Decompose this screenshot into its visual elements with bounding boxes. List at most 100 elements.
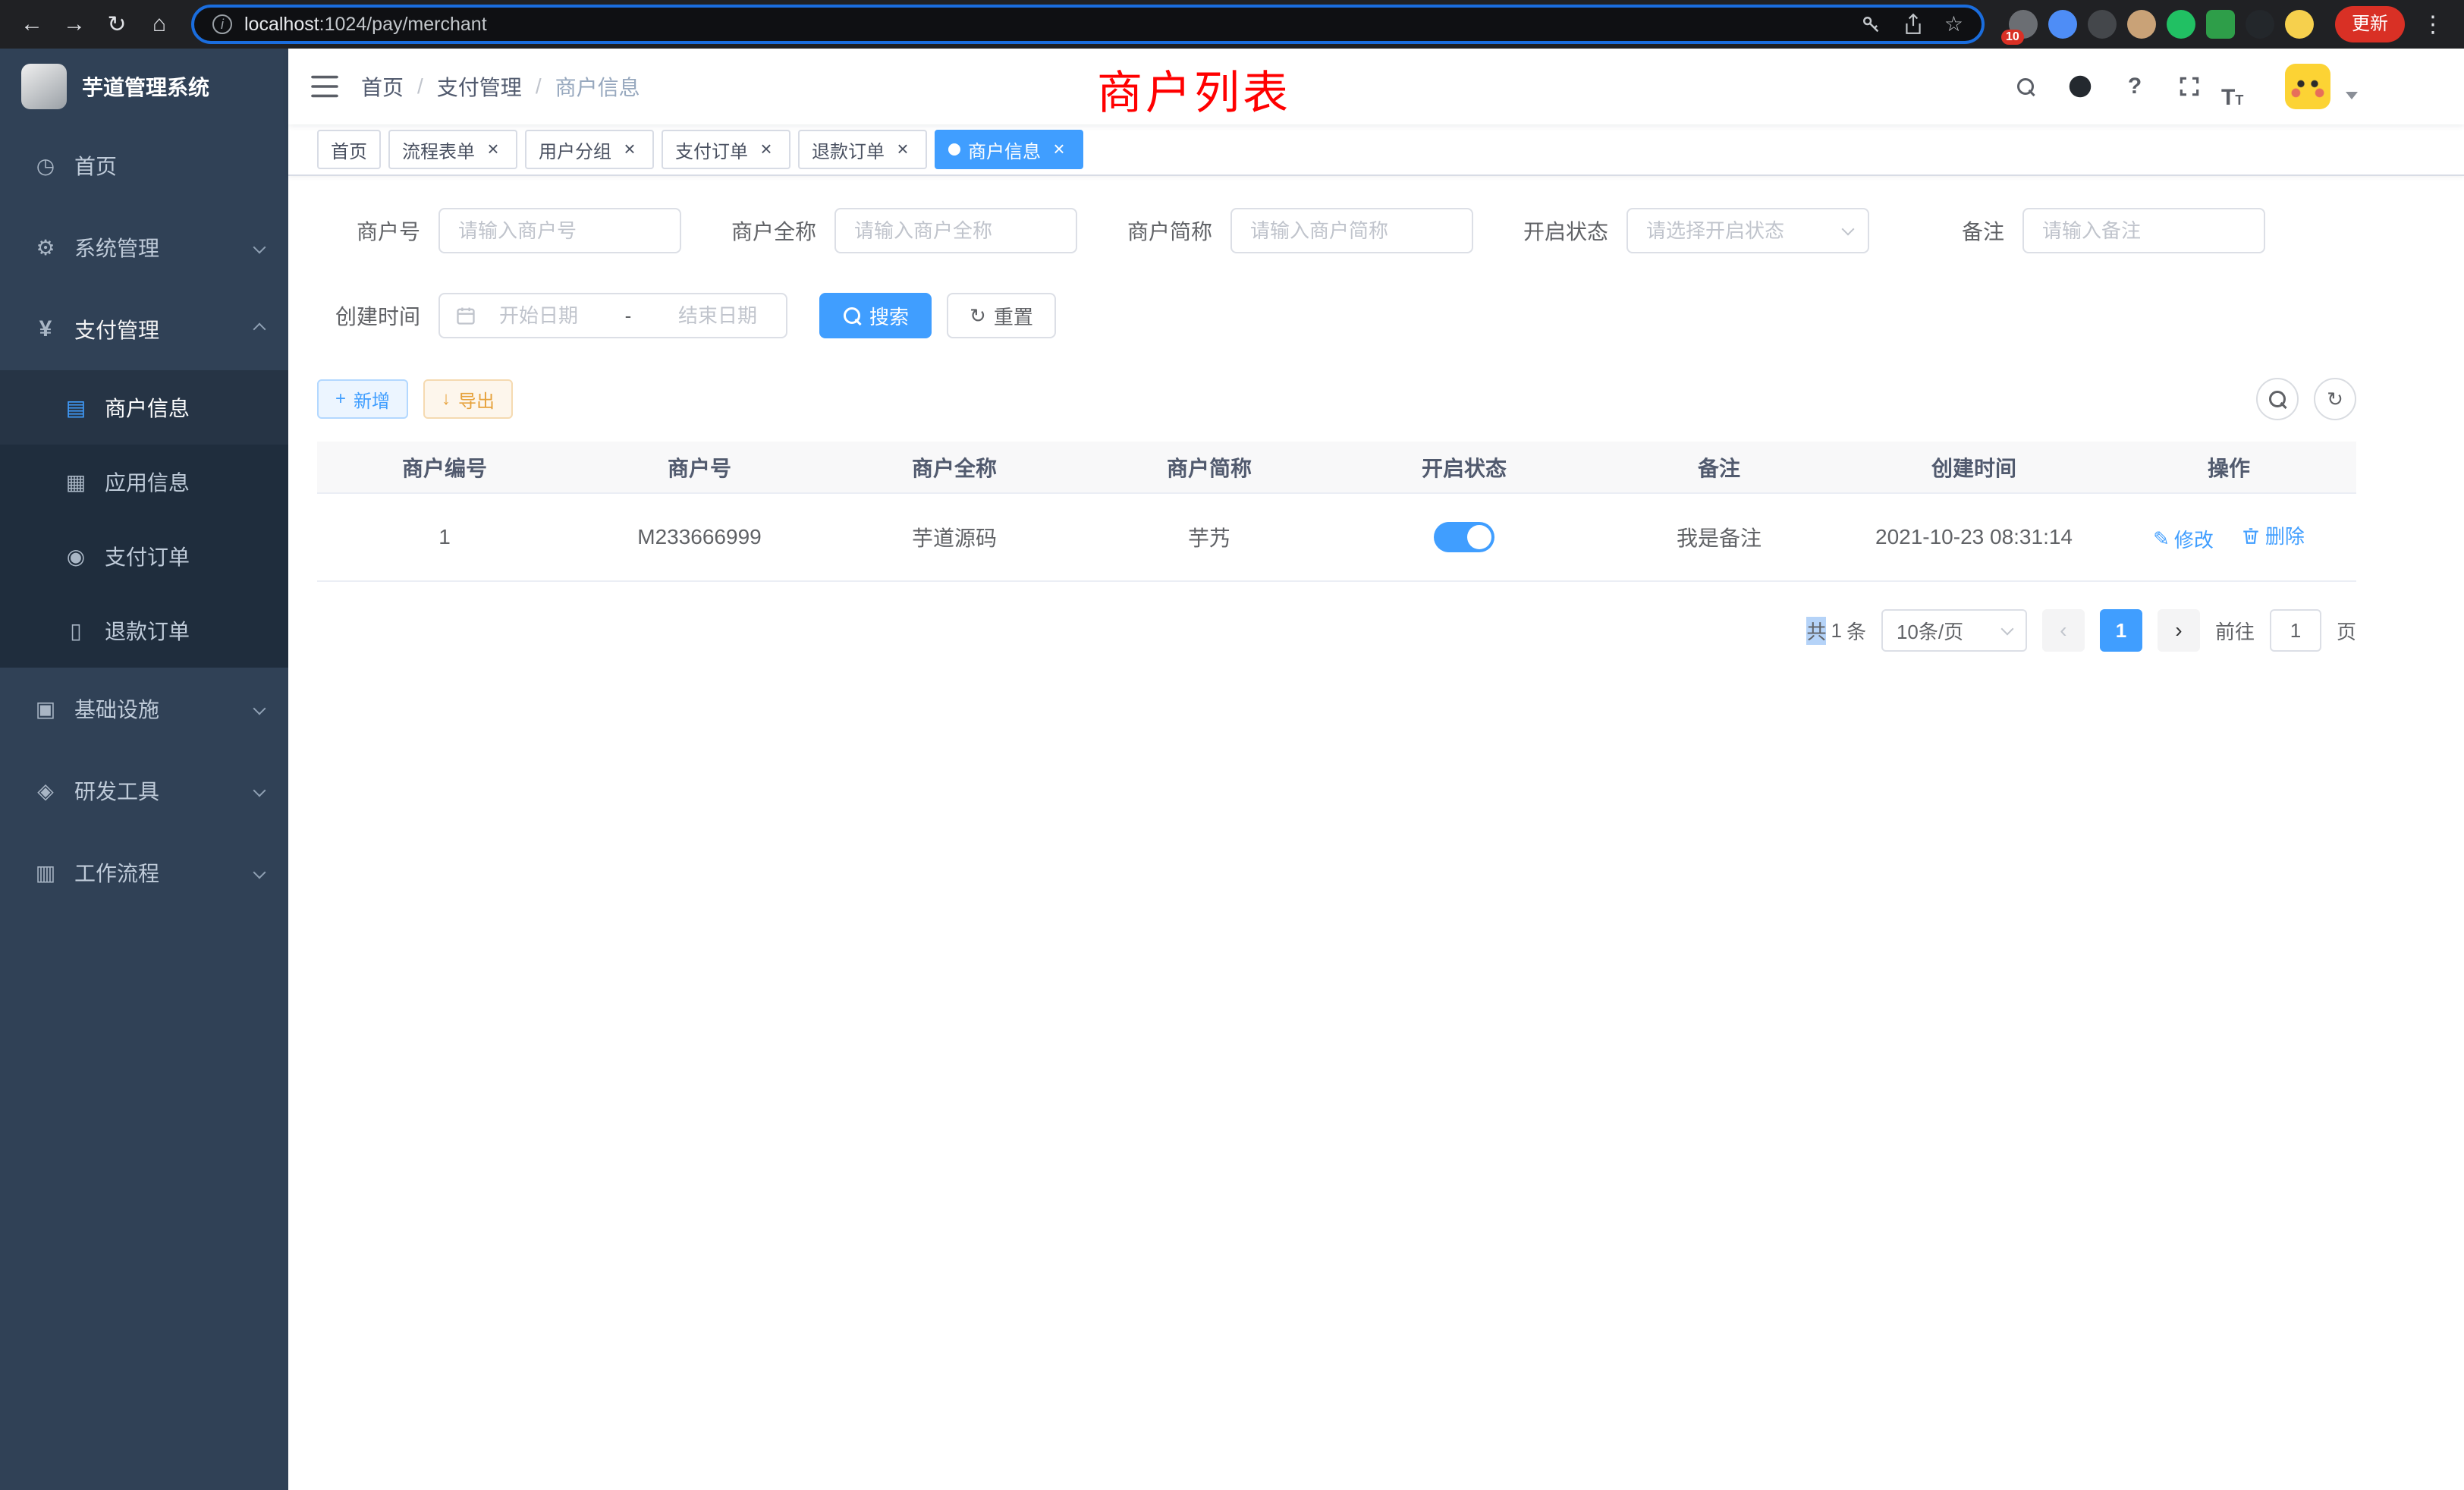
refresh-table-button[interactable]: ↻ [2314,378,2356,420]
close-icon[interactable]: × [756,139,777,160]
refresh-icon: ↻ [2327,388,2343,411]
tab-merchant-info[interactable]: 商户信息 × [935,130,1083,169]
short-name-input[interactable] [1230,208,1473,253]
yen-icon: ¥ [30,316,61,342]
sidebar-item-merchant-info[interactable]: ▤ 商户信息 [0,370,288,445]
edit-button[interactable]: ✎修改 [2153,525,2214,553]
chevron-down-icon [2000,623,2013,636]
download-icon: ↓ [442,388,451,410]
extension-icon-3[interactable] [2127,10,2156,39]
share-icon[interactable] [1903,13,1923,36]
pagination-total: 共 1 条 [1806,617,1866,645]
status-toggle[interactable] [1434,522,1494,552]
close-icon[interactable]: × [619,139,640,160]
end-date-input[interactable] [665,304,771,328]
sidebar-item-devtools[interactable]: ◈ 研发工具 [0,750,288,831]
remark-input[interactable] [2022,208,2265,253]
cell-create-time: 2021-10-23 08:31:14 [1846,493,2101,581]
full-name-input[interactable] [834,208,1077,253]
app-logo[interactable]: 芋道管理系统 [0,49,288,124]
browser-back-button[interactable]: ← [12,5,52,44]
page-size-select[interactable]: 10条/页 [1881,609,2027,652]
extension-icon-4[interactable] [2167,10,2195,39]
tab-pay-order[interactable]: 支付订单 × [662,130,790,169]
browser-reload-button[interactable]: ↻ [97,5,137,44]
start-date-input[interactable] [486,304,592,328]
chevron-down-icon [253,866,266,879]
bookmark-star-icon[interactable]: ☆ [1944,14,1963,35]
tab-user-group[interactable]: 用户分组 × [525,130,654,169]
browser-forward-button[interactable]: → [55,5,94,44]
user-avatar[interactable] [2285,64,2330,109]
status-select-input[interactable] [1626,208,1869,253]
menu-label: 系统管理 [74,232,159,262]
browser-menu-icon[interactable]: ⋮ [2414,11,2452,38]
sidebar-item-app-info[interactable]: ▦ 应用信息 [0,445,288,519]
breadcrumb-payment[interactable]: 支付管理 [437,71,522,102]
merchant-no-input[interactable] [438,208,681,253]
cell-merchant-no: M233666999 [572,493,827,581]
toggle-search-button[interactable] [2256,378,2299,420]
site-info-icon[interactable]: i [212,14,232,34]
goto-page-input[interactable] [2270,609,2321,652]
close-icon[interactable]: × [1048,139,1070,160]
merchant-table: 商户编号 商户号 商户全称 商户简称 开启状态 备注 创建时间 操作 1 [317,442,2356,582]
prev-page-button[interactable]: ‹ [2042,609,2085,652]
total-count: 1 [1831,619,1841,643]
add-button[interactable]: + 新增 [317,379,408,419]
extension-icon-1[interactable] [2048,10,2077,39]
sidebar: 芋道管理系统 ◷ 首页 ⚙ 系统管理 ¥ 支付管理 [0,49,288,1490]
tab-label: 用户分组 [539,137,611,163]
help-icon[interactable]: ? [2112,64,2158,109]
logo-avatar [21,64,67,109]
tab-refund-order[interactable]: 退款订单 × [798,130,927,169]
header-search-icon[interactable] [2003,64,2048,109]
create-time-range-picker[interactable]: - [438,293,787,338]
tab-label: 退款订单 [812,137,885,163]
gear-icon: ⚙ [30,235,61,260]
github-icon[interactable] [2057,64,2103,109]
tab-process-form[interactable]: 流程表单 × [388,130,517,169]
chevron-down-icon[interactable] [2346,92,2358,99]
delete-button[interactable]: 删除 [2241,521,2305,549]
font-size-icon[interactable]: TT [2221,64,2267,109]
reset-button[interactable]: ↻ 重置 [947,293,1056,338]
delete-label: 删除 [2265,521,2305,549]
menu-label: 工作流程 [74,857,159,888]
sidebar-collapse-icon[interactable] [288,74,361,99]
address-bar[interactable]: i localhost:1024/pay/merchant ☆ [191,5,1985,44]
chevron-down-icon [253,241,266,254]
close-icon[interactable]: × [892,139,913,160]
url-text[interactable]: localhost:1024/pay/merchant [244,14,1847,36]
sidebar-item-workflow[interactable]: ▥ 工作流程 [0,831,288,913]
sidebar-item-refund-order[interactable]: ▯ 退款订单 [0,593,288,668]
search-form-row-2: 创建时间 - 搜索 ↻ 重置 [317,293,2356,338]
page-1-button[interactable]: 1 [2100,609,2142,652]
sidebar-item-system[interactable]: ⚙ 系统管理 [0,206,288,288]
extension-icon-5[interactable] [2206,10,2235,39]
table-toolbar: + 新增 ↓ 导出 ↻ [317,378,2356,420]
extension-icon-2[interactable] [2088,10,2117,39]
search-button[interactable]: 搜索 [819,293,932,338]
tab-home[interactable]: 首页 [317,130,381,169]
close-icon[interactable]: × [482,139,504,160]
form-item-remark: 备注 [1901,208,2265,253]
browser-home-button[interactable]: ⌂ [140,5,179,44]
sidebar-item-infrastructure[interactable]: ▣ 基础设施 [0,668,288,750]
breadcrumb-home[interactable]: 首页 [361,71,404,102]
edit-label: 修改 [2174,525,2214,553]
password-key-icon[interactable] [1859,13,1882,36]
sidebar-item-pay-order[interactable]: ◉ 支付订单 [0,519,288,593]
extension-icon-7[interactable] [2285,10,2314,39]
url-host: localhost [244,14,319,35]
sidebar-item-payment[interactable]: ¥ 支付管理 [0,288,288,370]
export-button[interactable]: ↓ 导出 [423,379,513,419]
payment-submenu: ▤ 商户信息 ▦ 应用信息 ◉ 支付订单 ▯ 退款订单 [0,370,288,668]
browser-update-button[interactable]: 更新 [2335,6,2405,42]
fullscreen-icon[interactable] [2167,64,2212,109]
extension-icon-6[interactable] [2246,10,2274,39]
status-select[interactable] [1626,208,1869,253]
sidebar-item-home[interactable]: ◷ 首页 [0,124,288,206]
extensions-puzzle-icon[interactable]: 10 [2009,10,2038,39]
next-page-button[interactable]: › [2158,609,2200,652]
